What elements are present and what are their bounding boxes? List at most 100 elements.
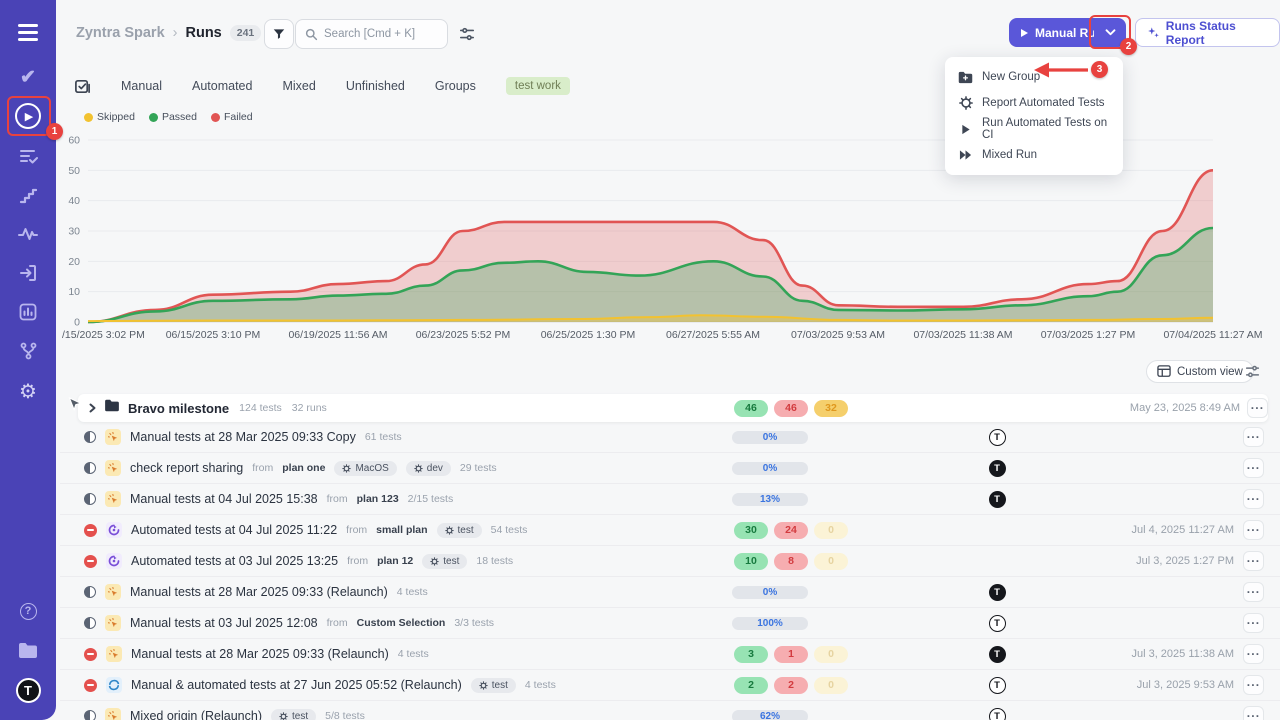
run-row[interactable]: Manual tests at 04 Jul 2025 15:38frompla…: [60, 484, 1280, 515]
custom-view-button[interactable]: Custom view: [1146, 360, 1254, 383]
progress-bar: 62%: [732, 710, 808, 720]
run-row[interactable]: Manual & automated tests at 27 Jun 2025 …: [60, 670, 1280, 701]
result-counts: 1080: [734, 553, 848, 570]
row-more-button[interactable]: ···: [1243, 675, 1264, 695]
run-title: Manual & automated tests at 27 Jun 2025 …: [131, 678, 462, 692]
run-row[interactable]: check report sharingfromplan oneMacOSdev…: [60, 453, 1280, 484]
user-avatar[interactable]: T: [0, 676, 56, 704]
tab-automated[interactable]: Automated: [192, 79, 252, 93]
run-row-left: Manual tests at 04 Jul 2025 15:38frompla…: [84, 491, 453, 507]
assignee-avatar[interactable]: T: [988, 677, 1006, 694]
row-more-button[interactable]: ···: [1243, 489, 1264, 509]
chevron-right-icon[interactable]: [88, 403, 97, 413]
select-runs-icon[interactable]: [74, 78, 91, 95]
assignee-avatar[interactable]: T: [988, 646, 1006, 663]
manual-run-icon: [106, 646, 122, 662]
view-settings-icon[interactable]: [1245, 364, 1260, 384]
activity-pulse-icon[interactable]: [0, 225, 56, 243]
row-more-button[interactable]: ···: [1243, 582, 1264, 602]
run-row[interactable]: Manual tests at 28 Mar 2025 09:33 (Relau…: [60, 639, 1280, 670]
analytics-icon[interactable]: [0, 303, 56, 321]
adjustments-icon[interactable]: [459, 26, 475, 47]
menu-icon[interactable]: [0, 20, 56, 44]
mouse-cursor-icon: [68, 397, 81, 412]
progress-label: 0%: [732, 586, 808, 599]
status-stopped-icon: [84, 524, 97, 537]
test-cases-icon[interactable]: ✔: [0, 65, 56, 89]
svg-text:07/03/2025 9:53 AM: 07/03/2025 9:53 AM: [791, 329, 885, 341]
legend-skipped: Skipped: [84, 111, 135, 123]
results-icon[interactable]: [0, 147, 56, 165]
assignee-avatar[interactable]: T: [988, 491, 1006, 508]
run-row[interactable]: Manual tests at 28 Mar 2025 09:33 (Relau…: [60, 577, 1280, 608]
play-circle-icon: ▶: [15, 103, 41, 129]
row-more-button[interactable]: ···: [1243, 520, 1264, 540]
run-row-left: Manual tests at 28 Mar 2025 09:33 Copy61…: [84, 429, 402, 445]
gear-icon: [445, 526, 454, 535]
tests-count: 29 tests: [460, 462, 497, 474]
skipped-count-badge: 0: [814, 522, 848, 539]
environment-badge: MacOS: [334, 461, 396, 476]
skipped-count-badge: 0: [814, 646, 848, 663]
tag-filter-pill[interactable]: test work: [506, 77, 570, 95]
tests-count: 2/15 tests: [408, 493, 454, 505]
row-more-button[interactable]: ···: [1243, 644, 1264, 664]
from-plan-name: plan 123: [357, 493, 399, 505]
settings-gear-icon[interactable]: ⚙: [0, 381, 56, 401]
tab-manual[interactable]: Manual: [121, 79, 162, 93]
shared-steps-icon[interactable]: [0, 186, 56, 204]
svg-text:40: 40: [68, 195, 80, 207]
tab-unfinished[interactable]: Unfinished: [346, 79, 405, 93]
row-more-button[interactable]: ···: [1243, 706, 1264, 720]
tab-groups[interactable]: Groups: [435, 79, 476, 93]
traceability-icon[interactable]: [0, 342, 56, 360]
from-label: from: [347, 555, 368, 567]
assignee-avatar[interactable]: T: [988, 708, 1006, 720]
breadcrumb-project[interactable]: Zyntra Spark: [76, 25, 165, 41]
manual-run-label: Manual Run: [1035, 26, 1103, 40]
tab-mixed[interactable]: Mixed: [282, 79, 315, 93]
status-stopped-icon: [84, 679, 97, 692]
from-label: from: [252, 462, 273, 474]
run-row[interactable]: Manual tests at 28 Mar 2025 09:33 Copy61…: [60, 422, 1280, 453]
row-more-button[interactable]: ···: [1243, 551, 1264, 571]
sparkles-icon: [1147, 26, 1160, 40]
run-date: Jul 3, 2025 11:38 AM: [1131, 648, 1234, 660]
tests-count: 5/8 tests: [325, 710, 365, 720]
avatar-initial: T: [989, 708, 1006, 720]
assignee-avatar[interactable]: T: [988, 429, 1006, 446]
automation-icon: [958, 96, 973, 110]
import-icon[interactable]: [0, 264, 56, 282]
runs-status-report-button[interactable]: Runs Status Report: [1135, 18, 1280, 47]
row-more-button[interactable]: ···: [1243, 458, 1264, 478]
run-row[interactable]: Automated tests at 04 Jul 2025 11:22from…: [60, 515, 1280, 546]
environment-badge: test: [471, 678, 516, 693]
run-row[interactable]: Mixed origin (Relaunch)test5/8 tests62%T…: [60, 701, 1280, 720]
svg-text:06/25/2025 1:30 PM: 06/25/2025 1:30 PM: [541, 329, 636, 341]
group-date: May 23, 2025 8:49 AM: [1130, 402, 1240, 414]
group-more-button[interactable]: ···: [1247, 398, 1268, 418]
row-more-button[interactable]: ···: [1243, 427, 1264, 447]
search-input[interactable]: [324, 28, 434, 40]
environment-badge-label: test: [443, 556, 459, 567]
assignee-avatar[interactable]: T: [988, 460, 1006, 477]
menu-item-mixed-run[interactable]: Mixed Run: [945, 142, 1123, 168]
assignee-avatar[interactable]: T: [988, 584, 1006, 601]
play-icon: [958, 124, 973, 135]
help-icon[interactable]: ?: [0, 602, 56, 620]
assignee-avatar[interactable]: T: [988, 615, 1006, 632]
filter-button[interactable]: [264, 19, 294, 49]
menu-item-run-automated-tests-ci[interactable]: Run Automated Tests on CI: [945, 116, 1123, 142]
group-row-bravo-milestone[interactable]: Bravo milestone124 tests32 runs464632May…: [78, 394, 1268, 422]
run-row[interactable]: Automated tests at 03 Jul 2025 13:25from…: [60, 546, 1280, 577]
run-row[interactable]: Manual tests at 03 Jul 2025 12:08fromCus…: [60, 608, 1280, 639]
tests-count: 4 tests: [397, 586, 428, 598]
environment-badge: test: [271, 709, 316, 720]
svg-text:06/23/2025 5:52 PM: 06/23/2025 5:52 PM: [416, 329, 511, 341]
row-more-button[interactable]: ···: [1243, 613, 1264, 633]
projects-folder-icon[interactable]: [0, 641, 56, 659]
tests-count: 4 tests: [398, 648, 429, 660]
search-box[interactable]: [295, 19, 448, 49]
environment-badge-label: test: [492, 680, 508, 691]
menu-item-report-automated-tests[interactable]: Report Automated Tests: [945, 90, 1123, 116]
